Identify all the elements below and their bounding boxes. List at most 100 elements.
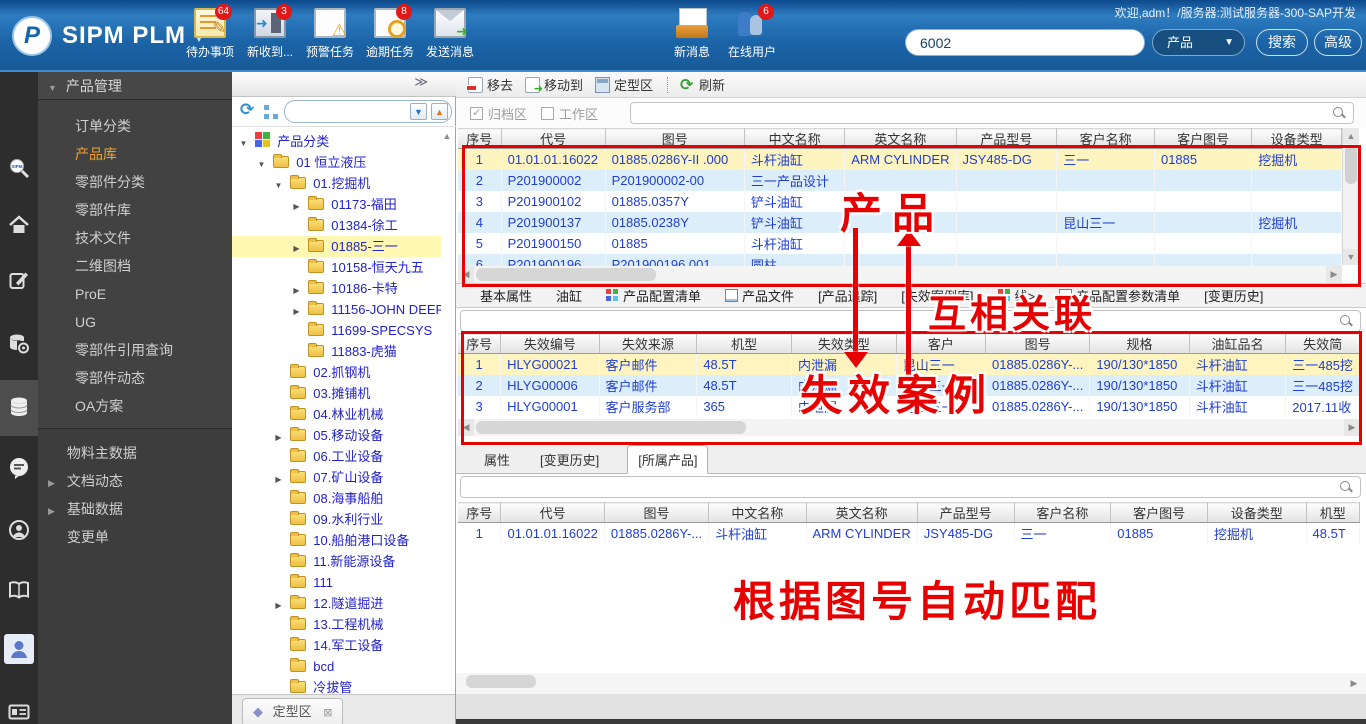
chevron-down-icon[interactable]: ▼ — [48, 74, 62, 102]
move-to-button[interactable]: 移动到 — [525, 75, 583, 95]
search-icon[interactable] — [1340, 315, 1353, 328]
scrollbar-thumb[interactable] — [476, 421, 746, 434]
tree-node[interactable]: 11883-虎猫 — [232, 341, 441, 362]
column-header[interactable]: 图号 — [604, 502, 710, 523]
column-header[interactable]: 中文名称 — [744, 128, 846, 149]
tree-expander-icon[interactable]: ▶ — [290, 301, 303, 322]
scroll-right-icon[interactable]: ▶ — [1346, 673, 1362, 694]
search-button[interactable]: 搜索 — [1256, 29, 1308, 56]
bottom-hscrollbar[interactable]: ▶ — [456, 673, 1366, 694]
tree-expander-icon[interactable]: ▼ — [272, 175, 285, 196]
tab[interactable]: [所属产品] — [627, 445, 709, 474]
table-row[interactable]: 2 P201900002 P201900002-00 三一产品设计 — [458, 169, 1342, 191]
tree-node[interactable]: 11699-SPECSYS — [232, 320, 441, 341]
sipm-search-icon[interactable]: SIPM — [7, 156, 31, 180]
tab[interactable]: 产品配置清单 — [606, 286, 701, 305]
dingxing-button[interactable]: 定型区 — [595, 75, 653, 94]
tab[interactable]: [失效案例库] — [901, 286, 973, 305]
column-header[interactable]: 英文名称 — [806, 502, 918, 523]
failure-filter-field[interactable] — [467, 311, 1338, 331]
column-header[interactable]: 客户名称 — [1014, 502, 1112, 523]
header-action[interactable]: 64 待办事项 — [180, 4, 240, 60]
header-action[interactable]: 8 逾期任务 — [360, 4, 420, 60]
tree-refresh-icon[interactable]: ⟳ — [240, 100, 254, 120]
nav-item[interactable]: 零部件库 — [38, 196, 232, 224]
table-row[interactable]: 1 01.01.01.16022 01885.0286Y-... 斗杆油缸 ARM CY… — [458, 522, 1360, 544]
tree-node[interactable]: ▶ 07.矿山设备 — [232, 467, 441, 488]
tree-node[interactable]: 03.摊铺机 — [232, 383, 441, 404]
column-header[interactable]: 客户图号 — [1154, 128, 1253, 149]
nav-item[interactable]: 零部件引用查询 — [38, 336, 232, 364]
product-table-vscrollbar[interactable]: ▲ ▼ — [1342, 128, 1359, 265]
tree-node[interactable]: ▶ 11156-JOHN DEERE — [232, 299, 441, 320]
tree-node[interactable]: 13.工程机械 — [232, 614, 441, 635]
product-filter-input[interactable] — [630, 102, 1354, 124]
tree-expander-icon[interactable]: ▶ — [290, 196, 303, 217]
column-header[interactable]: 产品型号 — [917, 502, 1015, 523]
tree-node[interactable]: ▶ 01173-福田 — [232, 194, 441, 215]
header-action[interactable]: 6 在线用户 — [722, 4, 782, 60]
column-header[interactable]: 失效类型 — [791, 333, 897, 354]
column-header[interactable]: 设备类型 — [1251, 128, 1342, 149]
tree-expander-icon[interactable]: ▶ — [290, 280, 303, 301]
collapse-chevrons-icon[interactable]: ≫ — [414, 74, 428, 90]
dingxing-tab[interactable]: ◆ 定型区 ⊠ — [242, 698, 344, 724]
tab[interactable]: 基本属性 — [480, 286, 532, 305]
chevron-right-icon[interactable]: ▶ — [48, 469, 63, 497]
tree-node[interactable]: ▼ 01.挖掘机 — [232, 173, 441, 194]
tab[interactable]: 油缸 — [556, 286, 582, 305]
product-table-hscrollbar[interactable]: ◀ ▶ — [458, 266, 1342, 283]
header-action[interactable]: 发送消息 — [420, 8, 480, 60]
chevron-right-icon[interactable]: ▶ — [48, 497, 63, 525]
scroll-down-icon[interactable]: ▼ — [1343, 249, 1359, 265]
brand[interactable]: P SIPM PLM ▼ — [12, 16, 204, 56]
chat-icon[interactable] — [7, 456, 31, 480]
nav-group-item[interactable]: 物料主数据 — [38, 439, 232, 467]
tab[interactable]: [变更历史] — [1204, 286, 1263, 305]
column-header[interactable]: 产品型号 — [956, 128, 1058, 149]
support-headset-icon[interactable] — [7, 518, 31, 542]
tree-node[interactable]: ▼ 01 恒立液压 — [232, 152, 441, 173]
tab[interactable]: 产品配置参数清单 — [1059, 286, 1180, 305]
tree-structure-icon[interactable] — [264, 105, 278, 119]
table-row[interactable]: 3 P201900102 01885.0357Y 铲斗油缸 — [458, 190, 1342, 212]
archive-checkbox[interactable] — [470, 106, 483, 120]
book-icon[interactable] — [7, 578, 31, 602]
nav-item[interactable]: 产品库 — [38, 140, 232, 168]
tab[interactable]: 产品文件 — [725, 286, 794, 305]
column-header[interactable]: 序号 — [458, 333, 502, 354]
nav-item[interactable]: 二维图档 — [38, 252, 232, 280]
nav-item[interactable]: 订单分类 — [38, 112, 232, 140]
database-icon[interactable] — [7, 395, 31, 419]
nav-group-product-management[interactable]: ▼ 产品管理 — [38, 72, 232, 100]
column-header[interactable]: 客户图号 — [1110, 502, 1208, 523]
tree-node[interactable]: bcd — [232, 656, 441, 677]
tree-node[interactable]: ▼ 产品分类 — [232, 131, 441, 152]
nav-item[interactable]: 零部件动态 — [38, 364, 232, 392]
column-header[interactable]: 客户名称 — [1056, 128, 1155, 149]
nav-item[interactable]: 技术文件 — [38, 224, 232, 252]
tree-node[interactable]: 10158-恒天九五 — [232, 257, 441, 278]
failure-filter-input[interactable] — [460, 310, 1361, 332]
tree-node[interactable]: 02.抓钢机 — [232, 362, 441, 383]
tab[interactable]: 属性 — [482, 446, 512, 473]
search-icon[interactable] — [1333, 107, 1346, 120]
column-header[interactable]: 机型 — [696, 333, 792, 354]
header-action[interactable]: 3 新收到... — [240, 4, 300, 60]
home-icon[interactable] — [7, 213, 31, 237]
table-row[interactable]: 1 01.01.01.16022 01885.0286Y-II .000 斗杆油缸 AR… — [458, 148, 1342, 170]
scrollbar-thumb[interactable] — [476, 268, 656, 281]
advanced-search-button[interactable]: 高级 — [1314, 29, 1362, 56]
global-search-input[interactable] — [905, 29, 1145, 56]
scrollbar-thumb[interactable] — [1345, 146, 1357, 184]
tree-node[interactable]: 06.工业设备 — [232, 446, 441, 467]
tree-collapse-bar[interactable]: ≫ — [232, 72, 456, 97]
scrollbar-thumb[interactable] — [466, 675, 536, 688]
edit-icon[interactable] — [7, 268, 31, 292]
table-row[interactable]: 3 HLYG00001 客户服务部 365 内泄漏 昆山三一 01885.0286Y-...… — [458, 395, 1360, 417]
search-icon[interactable] — [1340, 481, 1353, 494]
tree-node[interactable]: ▶ 10186-卡特 — [232, 278, 441, 299]
nav-group-item[interactable]: 变更单 — [38, 523, 232, 551]
nav-item[interactable]: 零部件分类 — [38, 168, 232, 196]
column-header[interactable]: 规格 — [1089, 333, 1190, 354]
